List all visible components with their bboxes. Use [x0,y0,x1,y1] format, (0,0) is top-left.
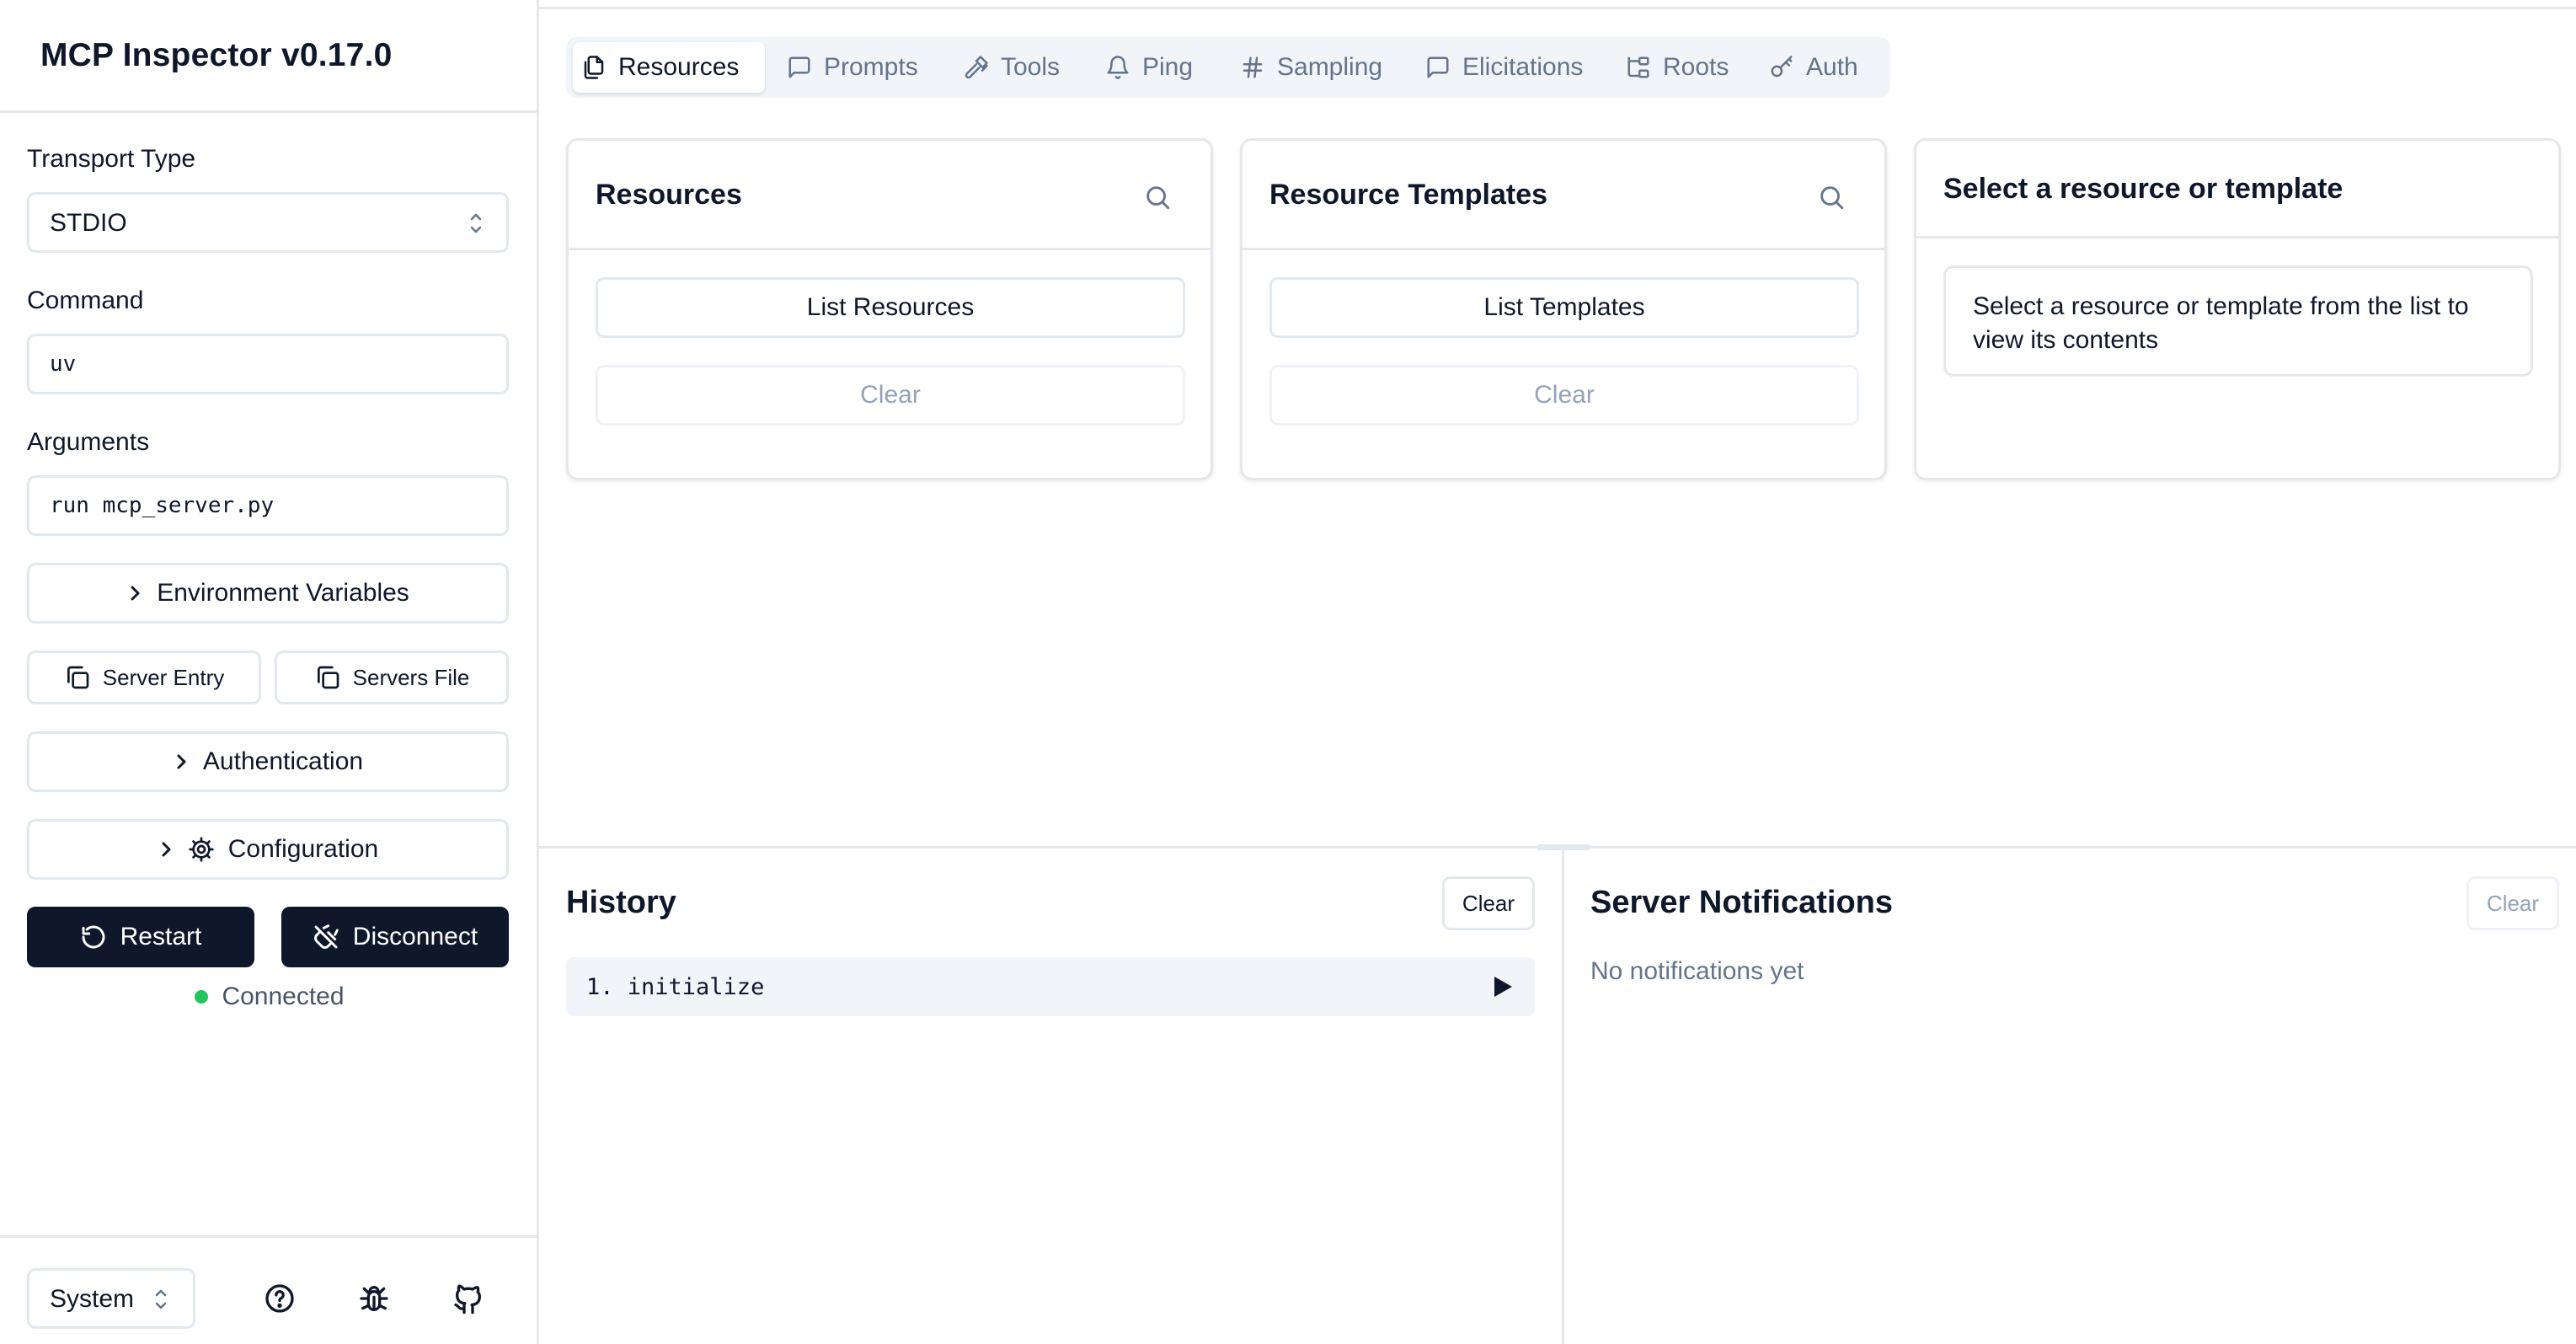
servers-file-button[interactable]: Servers File [275,651,509,704]
configuration-button[interactable]: Configuration [27,819,509,880]
tab-prompts-label: Prompts [824,53,918,81]
hash-icon [1243,56,1263,78]
gear-icon [189,837,214,862]
transport-type-label: Transport Type [27,145,196,173]
chevron-right-icon [177,754,186,769]
server-notifications-title: Server Notifications [1590,885,1893,920]
copy-icon [67,666,89,689]
history-item-text: 1. initialize [586,974,765,1000]
tab-elicitations[interactable]: Elicitations [1417,42,1591,93]
arguments-value: run mcp_server.py [50,493,275,518]
command-input[interactable]: uv [27,334,509,394]
history-clear-button[interactable]: Clear [1442,876,1535,930]
top-border [539,7,2576,9]
transport-type-select[interactable]: STDIO [27,192,509,253]
connection-status-text: Connected [222,983,345,1010]
unplug-icon [313,924,339,949]
tab-auth-label: Auth [1806,53,1858,81]
github-icon[interactable] [452,1282,485,1315]
resource-detail-card: Select a resource or template Select a r… [1914,138,2561,480]
tab-sampling-label: Sampling [1277,53,1383,81]
message-square-icon [1427,56,1449,78]
theme-value: System [50,1285,135,1313]
server-entry-label: Server Entry [102,664,225,690]
resource-templates-card: Resource Templates List Templates Clear [1240,138,1887,480]
resource-detail-title: Select a resource or template [1943,173,2344,205]
bottom-panel-divider [1562,849,1564,1344]
tab-resources[interactable]: Resources [573,42,765,93]
restart-label: Restart [120,923,202,950]
rotate-ccw-icon [82,925,105,949]
tab-resources-label: Resources [618,53,740,81]
tab-roots[interactable]: Roots [1617,42,1737,93]
search-icon[interactable] [1143,183,1172,212]
tab-elicitations-label: Elicitations [1462,53,1584,81]
files-icon [584,56,604,79]
authentication-label: Authentication [202,747,364,775]
tab-auth[interactable]: Auth [1761,42,1867,93]
environment-variables-button[interactable]: Environment Variables [27,563,509,624]
tab-sampling[interactable]: Sampling [1232,42,1391,93]
history-title: History [566,885,676,920]
history-item[interactable]: 1. initialize [566,957,1535,1016]
command-value: uv [50,351,77,377]
transport-type-value: STDIO [50,209,127,237]
tab-prompts[interactable]: Prompts [778,42,927,93]
arguments-input[interactable]: run mcp_server.py [27,475,509,536]
folder-tree-icon [1627,56,1649,78]
chevrons-up-down-icon [155,1289,167,1309]
clear-resources-button[interactable]: Clear [596,365,1185,426]
tab-tools[interactable]: Tools [955,42,1068,93]
chevron-right-icon [162,842,171,857]
hammer-icon [965,56,988,79]
app-root: MCP Inspector v0.17.0 Transport Type STD… [0,0,2576,1344]
servers-file-label: Servers File [352,664,470,690]
copy-icon [317,666,339,689]
tab-tools-label: Tools [1001,53,1061,81]
notifications-empty-text: No notifications yet [1590,957,1804,985]
notifications-clear-button[interactable]: Clear [2466,876,2559,930]
bell-icon [1107,56,1129,79]
resources-card-header: Resources [569,141,1211,250]
tab-ping-label: Ping [1142,53,1194,81]
arguments-label: Arguments [27,428,150,456]
status-dot [195,990,209,1004]
resources-card: Resources List Resources Clear [566,138,1213,480]
tab-list: Resources Prompts Tools Ping Sampling El… [566,37,1890,98]
play-icon[interactable] [1491,974,1515,999]
help-circle-icon[interactable] [263,1282,297,1315]
chevron-right-icon [131,586,140,601]
disconnect-button[interactable]: Disconnect [281,907,509,967]
key-icon [1771,56,1793,78]
sidebar-footer: System [0,1235,539,1344]
list-resources-button[interactable]: List Resources [596,277,1185,338]
sidebar: MCP Inspector v0.17.0 Transport Type STD… [0,0,539,1344]
server-entry-button[interactable]: Server Entry [27,651,261,704]
search-icon[interactable] [1817,183,1846,212]
bug-icon[interactable] [357,1282,391,1315]
resources-title: Resources [596,179,742,211]
resource-templates-title: Resource Templates [1269,179,1548,211]
environment-variables-label: Environment Variables [157,579,409,607]
disconnect-label: Disconnect [352,923,478,950]
tab-ping[interactable]: Ping [1097,42,1201,93]
tab-roots-label: Roots [1663,53,1729,81]
authentication-button[interactable]: Authentication [27,731,509,792]
resource-detail-hint: Select a resource or template from the l… [1943,265,2533,377]
app-title: MCP Inspector v0.17.0 [40,37,393,73]
list-templates-button[interactable]: List Templates [1269,277,1859,338]
resource-templates-card-header: Resource Templates [1243,141,1884,250]
sidebar-header: MCP Inspector v0.17.0 [0,0,539,113]
restart-button[interactable]: Restart [27,907,254,967]
configuration-label: Configuration [227,835,379,863]
resource-detail-header: Select a resource or template [1916,141,2558,238]
message-square-icon [788,56,810,78]
chevrons-up-down-icon [470,213,482,233]
connection-status: Connected [0,983,539,1011]
theme-select[interactable]: System [27,1268,195,1329]
command-label: Command [27,286,144,314]
clear-templates-button[interactable]: Clear [1269,365,1859,426]
